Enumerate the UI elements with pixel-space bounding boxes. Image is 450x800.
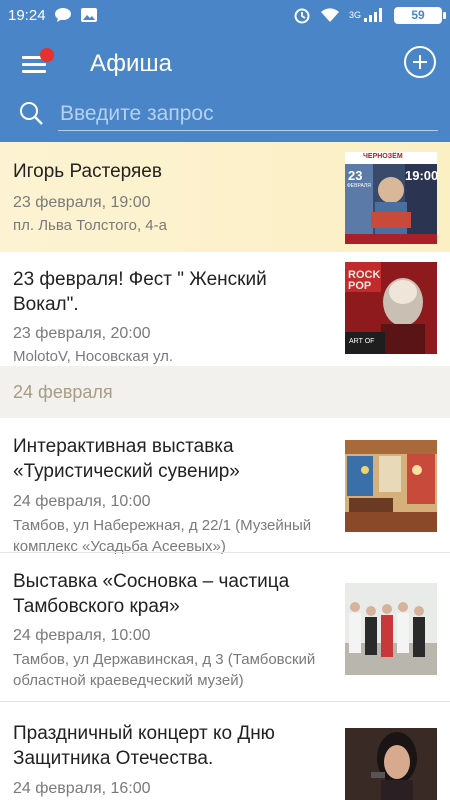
status-time: 19:24 bbox=[8, 6, 46, 24]
event-poster: ЧЕРНОЗЁМ 23 ФЕВРАЛЯ 19:00 bbox=[345, 152, 437, 244]
concert-poster-image bbox=[345, 152, 437, 244]
network-type: 3G bbox=[348, 10, 361, 20]
event-title: 23 февраля! Фест " Женский Вокал". bbox=[13, 269, 267, 315]
event-place: MolotoV, Носовская ул. bbox=[13, 348, 174, 365]
search-input[interactable] bbox=[58, 97, 438, 131]
event-place: Тамбов, ул Набережная, д 22/1 (Музейный … bbox=[13, 517, 312, 555]
battery-icon: 59 bbox=[394, 6, 446, 24]
event-title: Интерактивная выставка «Туристический су… bbox=[13, 436, 240, 482]
menu-icon-line bbox=[22, 70, 46, 73]
gallery-icon bbox=[80, 8, 97, 22]
event-poster bbox=[345, 583, 437, 675]
poster-text: ROCK POP bbox=[348, 269, 381, 292]
search-icon bbox=[20, 102, 43, 125]
event-poster bbox=[345, 440, 437, 532]
event-place: пл. Льва Толстого, 4-а bbox=[13, 217, 167, 234]
event-date: 23 февраля, 20:00 bbox=[13, 325, 151, 342]
wifi-icon bbox=[320, 8, 339, 22]
event-item[interactable]: Выставка «Сосновка – частица Тамбовского… bbox=[0, 553, 450, 701]
poster-text: ART OF bbox=[349, 338, 375, 345]
poster-brand: ЧЕРНОЗЁМ bbox=[363, 153, 403, 160]
events-list: Игорь Растеряев 23 февраля, 19:00 пл. Ль… bbox=[0, 142, 450, 800]
signal-icon bbox=[364, 8, 382, 22]
event-item[interactable]: Игорь Растеряев 23 февраля, 19:00 пл. Ль… bbox=[0, 142, 450, 252]
poster-day: 23 bbox=[348, 168, 363, 183]
app-header: Афиша bbox=[0, 30, 450, 142]
status-bar: 19:24 3G 59 bbox=[0, 0, 450, 30]
date-section-header: 24 февраля bbox=[0, 366, 450, 418]
battery-level: 59 bbox=[411, 8, 425, 22]
event-item[interactable]: Интерактивная выставка «Туристический су… bbox=[0, 418, 450, 555]
event-title: Праздничный концерт ко Дню Защитника Оте… bbox=[13, 723, 275, 769]
event-poster: ROCK POP ART OF bbox=[345, 262, 437, 354]
search-bar bbox=[0, 94, 450, 134]
menu-icon-line bbox=[22, 63, 46, 66]
section-label: 24 февраля bbox=[13, 382, 113, 402]
event-item[interactable]: 23 февраля! Фест " Женский Вокал". 23 фе… bbox=[0, 252, 450, 366]
chat-icon bbox=[54, 8, 71, 22]
event-title: Выставка «Сосновка – частица Тамбовского… bbox=[13, 571, 290, 617]
event-place: Тамбов, ул Державинская, д 3 (Тамбовский… bbox=[13, 651, 316, 689]
poster-month: ФЕВРАЛЯ bbox=[347, 183, 371, 189]
museum-exhibit-image bbox=[345, 440, 437, 532]
page-title: Афиша bbox=[90, 50, 173, 77]
event-date: 24 февраля, 10:00 bbox=[13, 627, 151, 644]
event-title: Игорь Растеряев bbox=[13, 161, 162, 182]
event-item[interactable]: Праздничный концерт ко Дню Защитника Оте… bbox=[0, 702, 450, 800]
event-date: 24 февраля, 16:00 bbox=[13, 780, 151, 797]
alarm-icon bbox=[294, 8, 310, 24]
poster-time: 19:00 bbox=[405, 168, 437, 183]
notification-dot bbox=[40, 48, 54, 62]
singer-image bbox=[345, 728, 437, 800]
menu-button[interactable] bbox=[20, 48, 54, 78]
folk-ensemble-image bbox=[345, 583, 437, 675]
event-date: 23 февраля, 19:00 bbox=[13, 194, 151, 211]
event-date: 24 февраля, 10:00 bbox=[13, 493, 151, 510]
add-button[interactable] bbox=[404, 46, 436, 78]
event-poster bbox=[345, 728, 437, 800]
